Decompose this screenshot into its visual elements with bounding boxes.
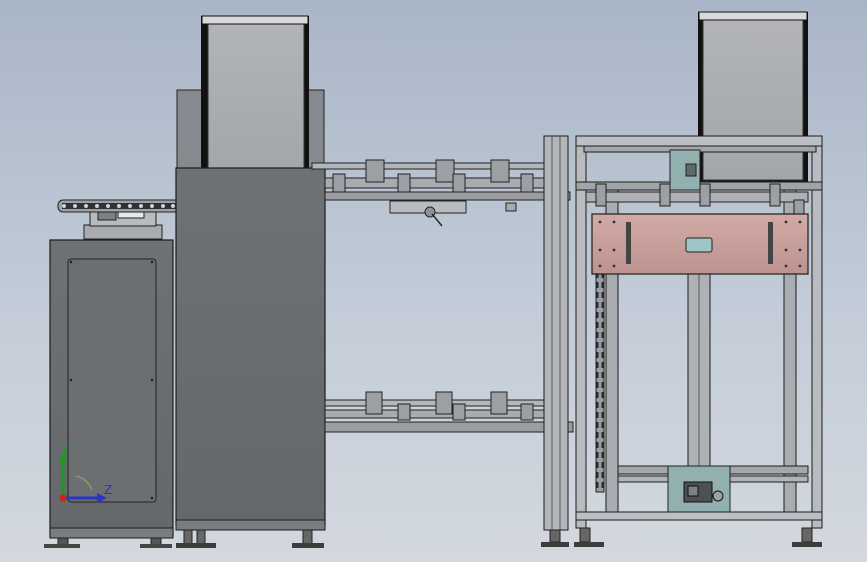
upper-conveyor-rail [311,159,571,227]
x-axis-dot [59,494,67,502]
lower-conveyor-rail [324,391,574,433]
machine-assembly-drawing [44,11,823,548]
y-axis-label: Y [61,442,69,456]
center-cabinet [175,15,326,548]
z-axis-label: Z [104,483,113,497]
top-conveyor-module [57,199,181,240]
elevator-frame [574,11,823,547]
vertical-post [541,135,569,547]
cad-viewport[interactable]: Y Z [0,0,867,562]
coordinate-triad: Y Z [52,440,122,510]
